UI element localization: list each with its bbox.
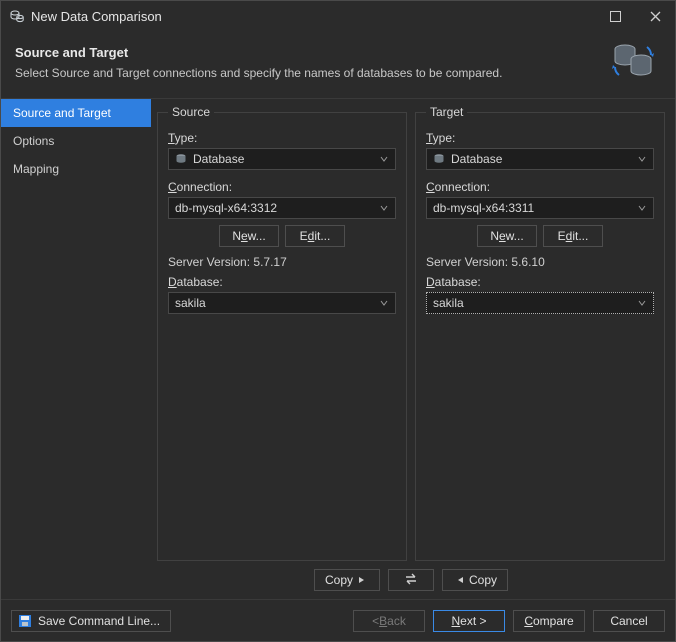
chevron-down-icon [377, 155, 391, 163]
source-database-value: sakila [175, 296, 377, 310]
target-panel: Target Type: Database Connection: db-my [415, 105, 665, 561]
chevron-down-icon [635, 204, 649, 212]
target-type-value: Database [451, 152, 635, 166]
wizard-footer: Save Command Line... < Back Next > Compa… [1, 599, 675, 641]
source-new-connection-button[interactable]: New... [219, 225, 279, 247]
source-edit-connection-button[interactable]: Edit... [285, 225, 345, 247]
save-icon [18, 614, 32, 628]
source-database-select[interactable]: sakila [168, 292, 396, 314]
sidebar-item-mapping[interactable]: Mapping [1, 155, 151, 183]
target-new-connection-button[interactable]: New... [477, 225, 537, 247]
close-button[interactable] [635, 1, 675, 31]
database-icon [433, 153, 445, 165]
chevron-down-icon [377, 204, 391, 212]
target-connection-select[interactable]: db-mysql-x64:3311 [426, 197, 654, 219]
target-edit-connection-button[interactable]: Edit... [543, 225, 603, 247]
swap-icon [404, 573, 418, 588]
source-legend: Source [168, 105, 214, 119]
target-legend: Target [426, 105, 467, 119]
wizard-content: Source Type: Database Connection: db-my [151, 99, 675, 599]
target-database-label: Database: [426, 275, 654, 289]
target-database-value: sakila [433, 296, 635, 310]
sidebar-item-label: Mapping [13, 162, 59, 176]
database-icon [175, 153, 187, 165]
chevron-down-icon [377, 299, 391, 307]
source-database-label: Database: [168, 275, 396, 289]
target-type-label: Type: [426, 131, 654, 145]
sidebar-item-label: Options [13, 134, 54, 148]
triangle-right-icon [357, 573, 365, 587]
source-type-select[interactable]: Database [168, 148, 396, 170]
page-title: Source and Target [15, 45, 502, 60]
maximize-button[interactable] [595, 1, 635, 31]
app-icon [9, 8, 25, 24]
compare-button[interactable]: Compare [513, 610, 585, 632]
source-connection-select[interactable]: db-mysql-x64:3312 [168, 197, 396, 219]
wizard-body: Source and Target Options Mapping Source… [1, 99, 675, 599]
chevron-down-icon [635, 155, 649, 163]
header-databases-icon [611, 41, 661, 84]
target-type-select[interactable]: Database [426, 148, 654, 170]
source-connection-value: db-mysql-x64:3312 [175, 201, 377, 215]
sidebar-item-source-and-target[interactable]: Source and Target [1, 99, 151, 127]
swap-button[interactable] [388, 569, 434, 591]
sidebar-item-label: Source and Target [13, 106, 111, 120]
source-connection-label: Connection: [168, 180, 396, 194]
target-connection-label: Connection: [426, 180, 654, 194]
source-type-value: Database [193, 152, 377, 166]
copy-to-target-button[interactable]: Copy [314, 569, 380, 591]
target-database-select[interactable]: sakila [426, 292, 654, 314]
copy-to-source-button[interactable]: Copy [442, 569, 508, 591]
dialog-window: New Data Comparison Source and Target Se… [0, 0, 676, 642]
copy-swap-row: Copy C [157, 561, 665, 599]
triangle-left-icon [457, 573, 465, 587]
wizard-sidebar: Source and Target Options Mapping [1, 99, 151, 599]
wizard-header: Source and Target Select Source and Targ… [1, 31, 675, 99]
cancel-button[interactable]: Cancel [593, 610, 665, 632]
next-button[interactable]: Next > [433, 610, 505, 632]
source-panel: Source Type: Database Connection: db-my [157, 105, 407, 561]
window-title: New Data Comparison [31, 9, 162, 24]
title-bar: New Data Comparison [1, 1, 675, 31]
source-type-label: Type: [168, 131, 396, 145]
sidebar-item-options[interactable]: Options [1, 127, 151, 155]
back-button: < Back [353, 610, 425, 632]
source-server-version: Server Version: 5.7.17 [168, 255, 396, 269]
save-command-line-button[interactable]: Save Command Line... [11, 610, 171, 632]
target-server-version: Server Version: 5.6.10 [426, 255, 654, 269]
chevron-down-icon [635, 299, 649, 307]
target-connection-value: db-mysql-x64:3311 [433, 201, 635, 215]
page-subtitle: Select Source and Target connections and… [15, 66, 502, 80]
